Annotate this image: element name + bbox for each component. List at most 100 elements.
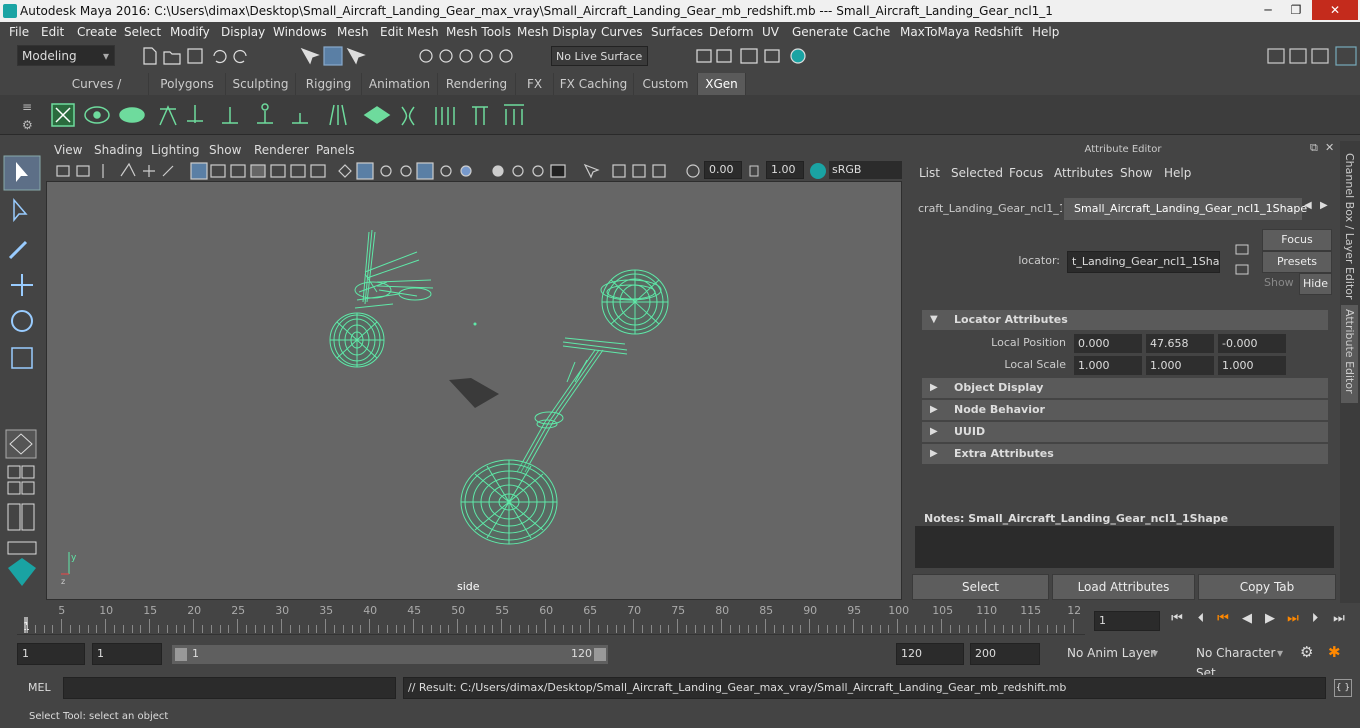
attr-menu-selected[interactable]: Selected bbox=[951, 166, 1003, 180]
step-back-frame-icon[interactable]: ⏴ bbox=[1192, 611, 1210, 626]
menu-create[interactable]: Create bbox=[77, 22, 117, 43]
step-back-key-icon[interactable]: ⏮ bbox=[1214, 611, 1232, 626]
local-scale-y[interactable]: 1.000 bbox=[1146, 356, 1214, 375]
tab-scroll-right-icon[interactable]: ▶ bbox=[1320, 200, 1328, 211]
character-set-selector[interactable]: No Character Set bbox=[1172, 643, 1288, 680]
vp-menu-show[interactable]: Show bbox=[209, 143, 241, 157]
local-position-z[interactable]: -0.000 bbox=[1218, 334, 1286, 353]
attr-menu-list[interactable]: List bbox=[919, 166, 940, 180]
time-slider[interactable]: 1 5 10 15 20 25 30 35 40 45 50 55 60 65 70 75 80 85 90 95 1… bbox=[0, 603, 1360, 637]
menu-surfaces[interactable]: Surfaces bbox=[651, 22, 703, 43]
shelf-tab-xgen[interactable]: XGen bbox=[698, 73, 746, 95]
menu-file[interactable]: File bbox=[9, 22, 29, 43]
attr-menu-help[interactable]: Help bbox=[1164, 166, 1191, 180]
presets-button[interactable]: Presets bbox=[1262, 251, 1332, 273]
menu-edit-mesh[interactable]: Edit Mesh bbox=[380, 22, 439, 43]
gamma-field[interactable]: 1.00 bbox=[766, 161, 804, 179]
play-forwards-icon[interactable]: ▶ bbox=[1261, 611, 1279, 626]
shelf-tab-sculpting[interactable]: Sculpting bbox=[226, 73, 296, 95]
step-forward-frame-icon[interactable]: ⏵ bbox=[1306, 611, 1324, 626]
menu-maxtomaya[interactable]: MaxToMaya bbox=[900, 22, 970, 43]
locator-name-field[interactable]: t_Landing_Gear_ncl1_1Shape bbox=[1067, 251, 1220, 273]
menu-windows[interactable]: Windows bbox=[273, 22, 327, 43]
range-start-handle[interactable] bbox=[175, 648, 187, 661]
go-to-end-icon[interactable]: ⏭ bbox=[1330, 611, 1348, 626]
menu-deform[interactable]: Deform bbox=[709, 22, 754, 43]
playback-start-field[interactable]: 1 bbox=[92, 643, 162, 665]
shelf-tab-animation[interactable]: Animation bbox=[362, 73, 438, 95]
attribute-editor-tab[interactable]: Attribute Editor bbox=[1341, 305, 1358, 403]
menu-mesh[interactable]: Mesh bbox=[337, 22, 369, 43]
animation-end-field[interactable]: 200 bbox=[970, 643, 1040, 665]
vp-menu-renderer[interactable]: Renderer bbox=[254, 143, 309, 157]
local-position-y[interactable]: 47.658 bbox=[1146, 334, 1214, 353]
anim-layer-selector[interactable]: No Anim Layer bbox=[1045, 643, 1163, 665]
section-uuid[interactable]: ▶ UUID bbox=[922, 422, 1328, 442]
load-attributes-button[interactable]: Load Attributes bbox=[1052, 574, 1195, 600]
shelf-tab-rendering[interactable]: Rendering bbox=[438, 73, 516, 95]
shelf-tab-fx-caching[interactable]: FX Caching bbox=[554, 73, 634, 95]
copy-tab-button[interactable]: Copy Tab bbox=[1198, 574, 1336, 600]
menu-help[interactable]: Help bbox=[1032, 22, 1059, 43]
range-slider-bar[interactable]: 1 120 bbox=[172, 645, 608, 664]
menu-curves[interactable]: Curves bbox=[601, 22, 643, 43]
vp-menu-shading[interactable]: Shading bbox=[94, 143, 143, 157]
vp-menu-panels[interactable]: Panels bbox=[316, 143, 355, 157]
hide-button[interactable]: Hide bbox=[1299, 273, 1332, 295]
notes-textarea[interactable] bbox=[915, 526, 1334, 568]
menu-modify[interactable]: Modify bbox=[170, 22, 210, 43]
shelf-tab-custom[interactable]: Custom bbox=[634, 73, 698, 95]
shelf-tab-polygons[interactable]: Polygons bbox=[149, 73, 226, 95]
attr-menu-attributes[interactable]: Attributes bbox=[1054, 166, 1113, 180]
menu-mesh-tools[interactable]: Mesh Tools bbox=[446, 22, 511, 43]
section-locator-attributes[interactable]: ▼ Locator Attributes bbox=[922, 310, 1328, 330]
section-node-behavior[interactable]: ▶ Node Behavior bbox=[922, 400, 1328, 420]
go-to-start-icon[interactable]: ⏮ bbox=[1168, 611, 1186, 626]
mode-selector[interactable]: Modeling bbox=[17, 45, 115, 66]
menu-display[interactable]: Display bbox=[221, 22, 265, 43]
node-tab-transform[interactable]: craft_Landing_Gear_ncl1_1 bbox=[916, 198, 1062, 220]
section-extra-attributes[interactable]: ▶ Extra Attributes bbox=[922, 444, 1328, 464]
local-scale-z[interactable]: 1.000 bbox=[1218, 356, 1286, 375]
menu-edit[interactable]: Edit bbox=[41, 22, 64, 43]
vp-menu-lighting[interactable]: Lighting bbox=[151, 143, 200, 157]
shelf-tab-rigging[interactable]: Rigging bbox=[296, 73, 362, 95]
local-scale-x[interactable]: 1.000 bbox=[1074, 356, 1142, 375]
select-button[interactable]: Select bbox=[912, 574, 1049, 600]
range-end-handle[interactable] bbox=[594, 648, 606, 661]
minimize-button[interactable]: ─ bbox=[1254, 0, 1282, 20]
command-input[interactable] bbox=[63, 677, 396, 699]
close-panel-icon[interactable]: ✕ bbox=[1325, 141, 1334, 154]
node-tab-shape[interactable]: Small_Aircraft_Landing_Gear_ncl1_1Shape bbox=[1064, 198, 1307, 220]
menu-uv[interactable]: UV bbox=[762, 22, 779, 43]
channel-box-tab[interactable]: Channel Box / Layer Editor bbox=[1343, 153, 1356, 303]
vp-menu-view[interactable]: View bbox=[54, 143, 82, 157]
script-language-toggle[interactable]: MEL bbox=[28, 681, 51, 694]
attr-menu-focus[interactable]: Focus bbox=[1009, 166, 1043, 180]
viewport-3d[interactable]: y z side bbox=[46, 181, 902, 600]
live-surface-field[interactable]: No Live Surface bbox=[551, 46, 648, 66]
color-management-icon[interactable] bbox=[808, 161, 828, 181]
script-editor-icon[interactable]: { } bbox=[1334, 679, 1352, 697]
playback-end-field[interactable]: 120 bbox=[896, 643, 964, 665]
current-frame-field[interactable]: 1 bbox=[1094, 611, 1160, 631]
section-object-display[interactable]: ▶ Object Display bbox=[922, 378, 1328, 398]
shelf-tab-curves-surfaces[interactable]: Curves / Surfaces bbox=[45, 73, 149, 113]
view-transform-selector[interactable]: sRGB gamma bbox=[829, 161, 902, 194]
tab-scroll-left-icon[interactable]: ◀ bbox=[1304, 200, 1312, 211]
auto-key-icon[interactable]: ⚙ bbox=[1300, 643, 1320, 663]
animation-start-field[interactable]: 1 bbox=[17, 643, 85, 665]
menu-cache[interactable]: Cache bbox=[853, 22, 890, 43]
exposure-field[interactable]: 0.00 bbox=[704, 161, 742, 179]
shelf-tab-fx[interactable]: FX bbox=[516, 73, 554, 95]
animation-preferences-icon[interactable]: ✱ bbox=[1328, 643, 1350, 663]
menu-select[interactable]: Select bbox=[124, 22, 161, 43]
menu-redshift[interactable]: Redshift bbox=[974, 22, 1023, 43]
menu-mesh-display[interactable]: Mesh Display bbox=[517, 22, 597, 43]
attr-menu-show[interactable]: Show bbox=[1120, 166, 1152, 180]
menu-generate[interactable]: Generate bbox=[792, 22, 848, 43]
play-backwards-icon[interactable]: ◀ bbox=[1238, 611, 1256, 626]
float-panel-icon[interactable]: ⧉ bbox=[1310, 141, 1318, 155]
step-forward-key-icon[interactable]: ⏭ bbox=[1284, 611, 1302, 626]
focus-button[interactable]: Focus bbox=[1262, 229, 1332, 251]
